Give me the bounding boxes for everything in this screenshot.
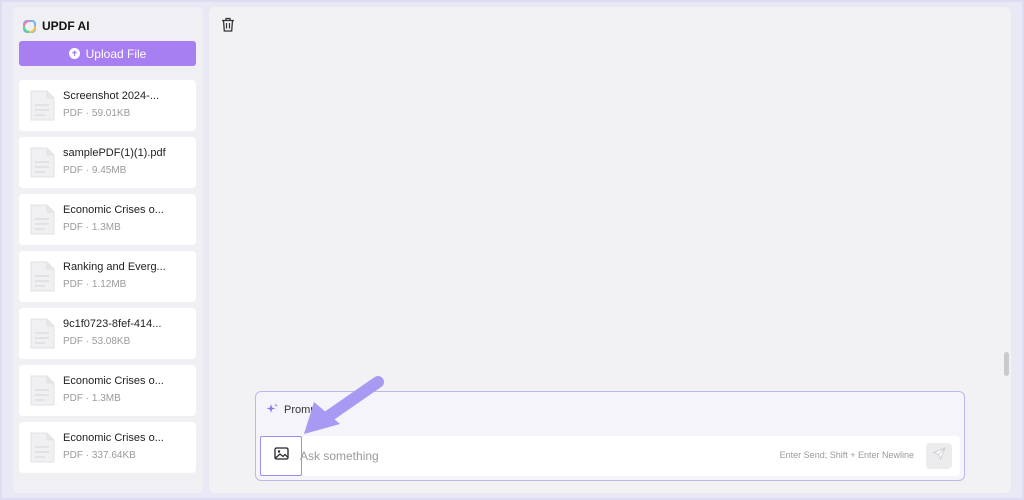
send-button[interactable] xyxy=(926,443,952,469)
file-item[interactable]: Economic Crises o... PDF · 1.3MB xyxy=(19,194,196,245)
sparkle-icon xyxy=(266,403,278,418)
upload-file-button[interactable]: Upload File xyxy=(19,41,196,66)
file-item[interactable]: Economic Crises o... PDF · 337.64KB xyxy=(19,422,196,473)
file-meta: PDF · 337.64KB xyxy=(63,450,136,461)
file-name: Ranking and Everg... xyxy=(63,261,166,273)
file-icon xyxy=(29,90,55,121)
input-area: Enter Send; Shift + Enter Newline xyxy=(260,436,960,476)
upload-icon xyxy=(68,48,80,59)
file-meta: PDF · 1.12MB xyxy=(63,279,127,290)
app-logo-icon xyxy=(23,19,36,33)
brand-name: UPDF AI xyxy=(42,19,90,33)
file-meta: PDF · 1.3MB xyxy=(63,222,121,233)
file-item[interactable]: 9c1f0723-8fef-414... PDF · 53.08KB xyxy=(19,308,196,359)
brand: UPDF AI xyxy=(23,17,90,35)
file-icon xyxy=(29,375,55,406)
file-meta: PDF · 53.08KB xyxy=(63,336,131,347)
shortcut-hint: Enter Send; Shift + Enter Newline xyxy=(779,450,914,460)
send-icon xyxy=(932,447,946,465)
sidebar: UPDF AI Upload File Screenshot 2024-... … xyxy=(13,7,203,493)
file-icon xyxy=(29,204,55,235)
file-name: Screenshot 2024-... xyxy=(63,90,160,102)
file-name: Economic Crises o... xyxy=(63,375,164,387)
file-name: Economic Crises o... xyxy=(63,204,164,216)
file-name: Economic Crises o... xyxy=(63,432,164,444)
file-item[interactable]: Ranking and Everg... PDF · 1.12MB xyxy=(19,251,196,302)
file-meta: PDF · 1.3MB xyxy=(63,393,121,404)
file-icon xyxy=(29,318,55,349)
scrollbar[interactable] xyxy=(1004,352,1009,376)
upload-file-label: Upload File xyxy=(85,46,147,61)
file-item[interactable]: Screenshot 2024-... PDF · 59.01KB xyxy=(19,80,196,131)
file-icon xyxy=(29,261,55,292)
file-icon xyxy=(29,432,55,463)
file-icon xyxy=(29,147,55,178)
file-item[interactable]: samplePDF(1)(1).pdf PDF · 9.45MB xyxy=(19,137,196,188)
file-name: 9c1f0723-8fef-414... xyxy=(63,318,162,330)
file-meta: PDF · 59.01KB xyxy=(63,108,131,119)
arrow-annotation xyxy=(304,376,384,434)
image-icon xyxy=(273,447,289,465)
ask-input[interactable] xyxy=(300,446,660,466)
trash-icon[interactable] xyxy=(221,17,235,32)
image-upload-button[interactable] xyxy=(260,436,302,476)
file-list: Screenshot 2024-... PDF · 59.01KB sample… xyxy=(19,80,196,479)
file-meta: PDF · 9.45MB xyxy=(63,165,127,176)
file-item[interactable]: Economic Crises o... PDF · 1.3MB xyxy=(19,365,196,416)
file-name: samplePDF(1)(1).pdf xyxy=(63,147,166,159)
